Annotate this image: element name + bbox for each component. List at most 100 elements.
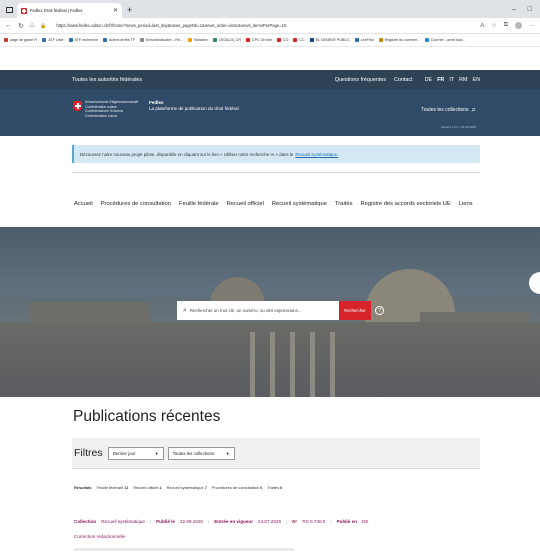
result-count-consultation[interactable]: Procédures de consultation 0 bbox=[212, 485, 262, 490]
profile-avatar[interactable] bbox=[515, 22, 522, 29]
window-menu-icon[interactable] bbox=[6, 7, 13, 13]
browser-tab[interactable]: Fedlex Droit fédéral | Fedlex ✕ bbox=[17, 3, 122, 18]
maximize-button[interactable]: □ bbox=[528, 6, 532, 13]
faq-link[interactable]: Questions fréquentes bbox=[335, 77, 386, 83]
result-count-traites[interactable]: Traités 0 bbox=[267, 485, 282, 490]
bookmark-label: Registre du commer... bbox=[384, 38, 420, 42]
bookmark-item[interactable]: CPC On line bbox=[246, 38, 272, 42]
bookmark-icon bbox=[4, 38, 8, 42]
lang-it[interactable]: IT bbox=[449, 77, 454, 83]
favorite-star-icon[interactable]: ☆ bbox=[491, 22, 496, 29]
collection-select[interactable]: Toutes les collections ▼ bbox=[167, 446, 235, 460]
nav-recueil-systematique[interactable]: Recueil systématique bbox=[272, 201, 327, 207]
result-count-recueil-officiel[interactable]: Recueil officiel 2 bbox=[133, 485, 161, 490]
url-field[interactable]: https://www.fedlex.admin.ch/fr/home?news… bbox=[56, 23, 286, 28]
bookmarks-bar: page de garde FI ATF Liste ATF recherche Au… bbox=[0, 34, 540, 47]
filters-label: Filtres bbox=[74, 447, 103, 459]
entry-correction-link[interactable]: Correction rédactionnelle bbox=[74, 534, 125, 539]
contact-link[interactable]: Contact bbox=[394, 77, 413, 83]
divider bbox=[72, 172, 480, 173]
published-in-value[interactable]: DE bbox=[362, 519, 368, 524]
bookmark-item[interactable]: CO bbox=[277, 38, 288, 42]
nav-registre-accords[interactable]: Registre des accords sectoriels UE bbox=[361, 201, 451, 207]
refresh-icon[interactable]: ↻ bbox=[18, 22, 24, 30]
bookmark-item[interactable]: ATF recherche bbox=[68, 38, 98, 42]
number-value[interactable]: RS 0.730.0 bbox=[302, 519, 325, 524]
bookmark-icon bbox=[309, 38, 314, 42]
results-label: Résultats bbox=[74, 485, 92, 490]
result-count-recueil-systematique[interactable]: Recueil systématique 7 bbox=[167, 485, 207, 490]
number-label: N° bbox=[292, 519, 298, 524]
bookmark-item[interactable]: page de garde FI bbox=[4, 38, 37, 42]
bookmark-icon bbox=[187, 38, 192, 42]
search-input[interactable]: ⌕ Rechercher un mot clé, un numéro, ou d… bbox=[177, 301, 339, 320]
back-icon[interactable]: ← bbox=[5, 22, 12, 29]
period-select[interactable]: Dernier jour ▼ bbox=[107, 446, 164, 460]
browser-tabstrip: Fedlex Droit fédéral | Fedlex ✕ + – □ bbox=[0, 0, 540, 18]
bookmark-item[interactable]: LexFind bbox=[354, 38, 374, 42]
chevron-down-icon: ▼ bbox=[225, 450, 230, 456]
nav-accueil[interactable]: Accueil bbox=[74, 201, 93, 207]
lock-icon: 🔒 bbox=[40, 22, 47, 29]
confederation-names: Schweizerische Eidgenossenschaft Confédé… bbox=[85, 100, 138, 118]
bookmark-item[interactable]: Registre du commer... bbox=[378, 38, 420, 42]
notice-link[interactable]: Recueil systématique. bbox=[295, 152, 338, 157]
bookmark-item[interactable]: Courrier - anne.duiv... bbox=[424, 38, 465, 42]
in-force-value: 24.07.2025 bbox=[258, 519, 282, 524]
bookmark-label: Swisslex bbox=[193, 38, 208, 42]
bookmark-item[interactable]: Autres arrêts TF bbox=[103, 38, 135, 42]
nav-liens[interactable]: Liens bbox=[459, 201, 473, 207]
main-navigation: Accueil Procédures de consultation Feuil… bbox=[74, 201, 473, 207]
bookmark-item[interactable]: BL GENEVE PUBLIC bbox=[309, 38, 350, 42]
bookmark-item[interactable]: Swisslex bbox=[187, 38, 208, 42]
bookmark-label: CC bbox=[299, 38, 305, 42]
publication-entry-meta: Collection Recueil systématique | Publié… bbox=[74, 519, 368, 524]
notice-text: Découvrez notre nouveau projet pilote, d… bbox=[80, 151, 294, 157]
all-collections-label: Toutes les collections bbox=[421, 107, 469, 113]
lang-fr[interactable]: FR bbox=[437, 77, 444, 83]
bookmark-label: BL GENEVE PUBLIC bbox=[315, 38, 350, 42]
all-collections-search[interactable]: Toutes les collections ⌕ bbox=[421, 105, 476, 115]
separator: | bbox=[330, 519, 332, 524]
bookmark-icon bbox=[42, 38, 47, 42]
more-menu-icon[interactable]: ··· bbox=[529, 23, 535, 29]
close-tab-icon[interactable]: ✕ bbox=[113, 7, 118, 14]
nav-consultation[interactable]: Procédures de consultation bbox=[101, 201, 171, 207]
lang-rm[interactable]: RM bbox=[459, 77, 467, 83]
bookmark-label: CPC On line bbox=[252, 38, 273, 42]
home-icon[interactable]: ⌂ bbox=[30, 22, 34, 29]
bookmark-item[interactable]: ATF Liste bbox=[42, 38, 64, 42]
bookmark-item[interactable]: Entscheidsuche – Re... bbox=[139, 38, 183, 42]
help-icon[interactable]: ? bbox=[375, 306, 384, 315]
read-aloud-icon[interactable]: A bbox=[480, 23, 484, 29]
result-count-feuille-federale[interactable]: Feuille fédérale 11 bbox=[97, 485, 129, 490]
bookmark-label: Entscheidsuche – Re... bbox=[145, 38, 183, 42]
collections-icon[interactable]: ⧉ bbox=[504, 22, 508, 29]
browser-tab-title: Fedlex Droit fédéral | Fedlex bbox=[30, 8, 83, 13]
swiss-coat-of-arms-icon[interactable] bbox=[73, 101, 82, 111]
language-switcher: DE FR IT RM EN bbox=[425, 77, 480, 83]
collection-label: Collection bbox=[74, 519, 97, 524]
search-button[interactable]: Rechercher bbox=[339, 301, 371, 320]
bookmark-icon bbox=[354, 38, 359, 42]
new-tab-button[interactable]: + bbox=[127, 5, 132, 15]
minimize-button[interactable]: – bbox=[512, 6, 516, 13]
lang-en[interactable]: EN bbox=[473, 77, 481, 83]
nav-recueil-officiel[interactable]: Recueil officiel bbox=[227, 201, 264, 207]
lang-de[interactable]: DE bbox=[425, 77, 433, 83]
all-authorities-link[interactable]: Toutes les autorités fédérales bbox=[72, 77, 142, 83]
brand-tagline: La plateforme de publication du droit fé… bbox=[149, 106, 239, 111]
separator: | bbox=[286, 519, 288, 524]
next-entry-placeholder bbox=[74, 548, 294, 551]
collection-select-value: Toutes les collections bbox=[172, 450, 215, 456]
nav-traites[interactable]: Traités bbox=[335, 201, 353, 207]
bookmark-item[interactable]: LEGALIS_CR bbox=[212, 38, 241, 42]
fedlex-brand[interactable]: Fedlex La plateforme de publication du d… bbox=[149, 100, 239, 112]
bookmark-label: LexFind bbox=[360, 38, 374, 42]
collection-value[interactable]: Recueil systématique bbox=[101, 519, 145, 524]
bookmark-item[interactable]: CC bbox=[293, 38, 305, 42]
bookmark-icon bbox=[246, 38, 251, 42]
bookmark-label: page de garde FI bbox=[10, 38, 38, 42]
bookmark-icon bbox=[68, 38, 73, 42]
nav-feuille-federale[interactable]: Feuille fédérale bbox=[179, 201, 219, 207]
